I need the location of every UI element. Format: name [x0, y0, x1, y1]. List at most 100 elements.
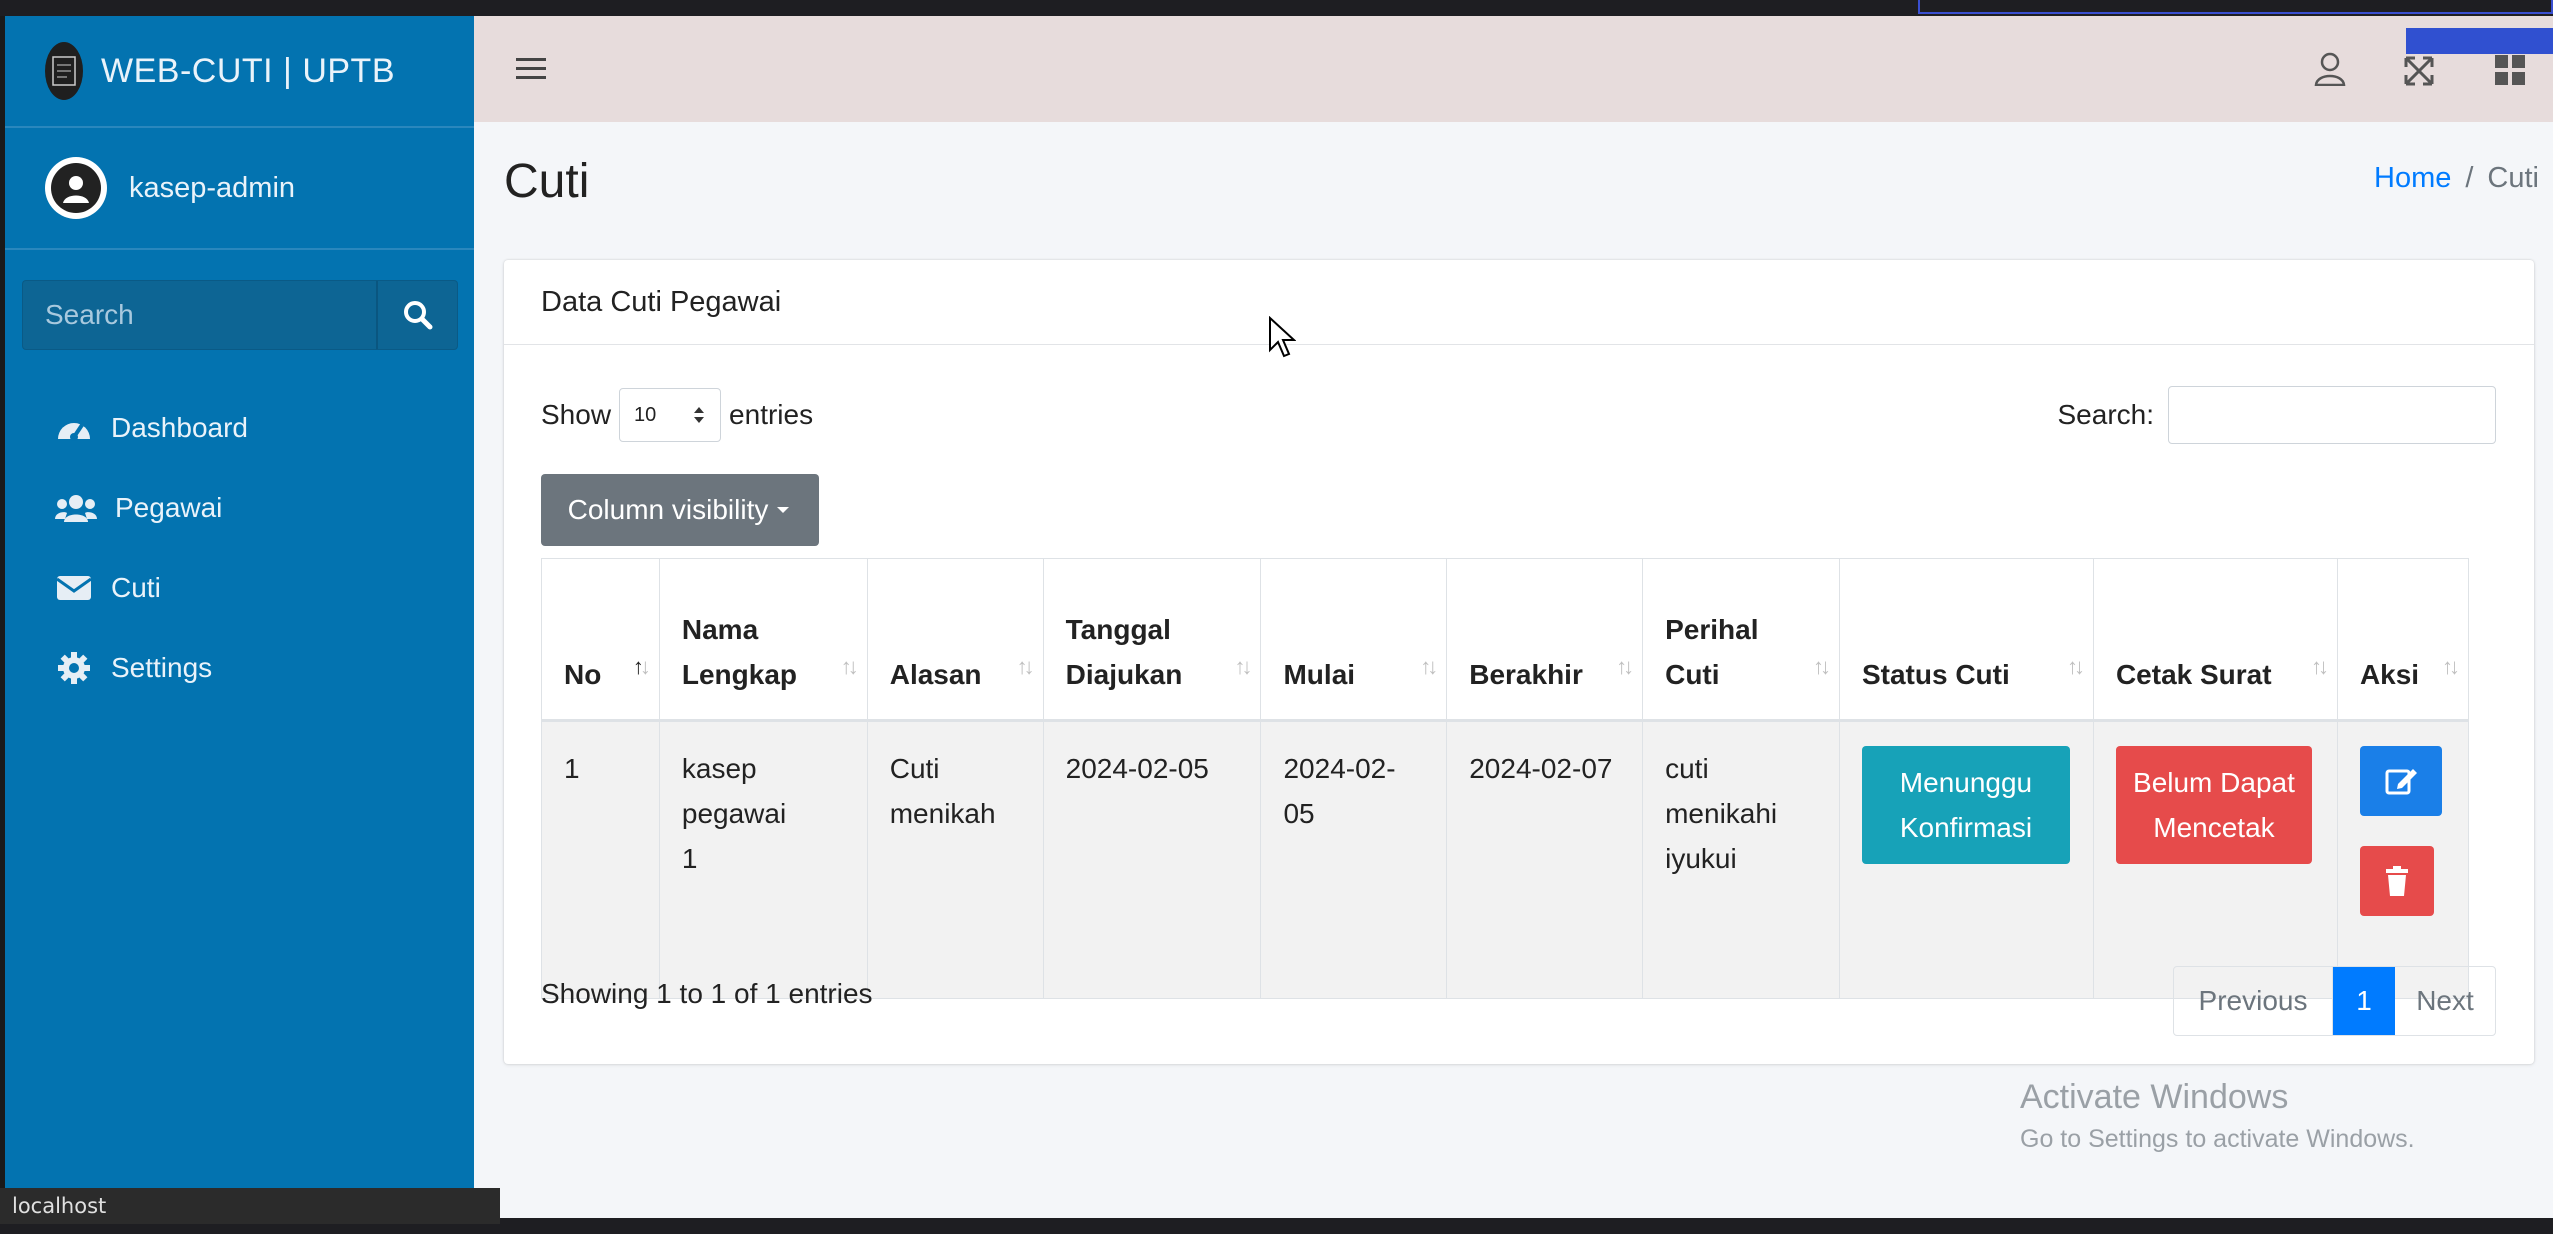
- sidebar-search: Search: [22, 280, 458, 350]
- fullscreen-icon[interactable]: [2404, 56, 2434, 91]
- column-header-berakhir[interactable]: Berakhir ↑↓: [1446, 558, 1644, 721]
- card-title: Data Cuti Pegawai: [504, 260, 2534, 345]
- table-row: 1 kasep pegawai 1 Cuti menikah 2024-02-0…: [541, 720, 2470, 999]
- menu-toggle-icon[interactable]: [516, 56, 546, 87]
- cell-perihal: cuti menikahi iyukui: [1642, 720, 1840, 999]
- sort-icon: ↑↓: [1616, 654, 1634, 679]
- column-header-status[interactable]: Status Cuti ↑↓: [1838, 558, 2094, 721]
- table-search: Search:: [2057, 386, 2496, 444]
- column-header-alasan[interactable]: Alasan ↑↓: [866, 558, 1044, 721]
- trash-icon: [2385, 866, 2408, 896]
- cell-nama: kasep pegawai 1: [658, 720, 868, 999]
- activate-windows-watermark: Activate Windows Go to Settings to activ…: [2020, 1078, 2415, 1154]
- column-header-mulai[interactable]: Mulai ↑↓: [1260, 558, 1448, 721]
- pagination: Previous 1 Next: [2173, 966, 2496, 1036]
- entries-label: entries: [729, 399, 814, 430]
- column-header-nama[interactable]: Nama Lengkap ↑↓: [658, 558, 868, 721]
- page-title: Cuti: [504, 155, 590, 208]
- column-visibility-button[interactable]: Column visibility: [541, 474, 819, 546]
- sidebar-item-pegawai[interactable]: Pegawai: [5, 468, 474, 548]
- breadcrumb-separator: /: [2465, 162, 2474, 194]
- show-label: Show: [541, 399, 612, 430]
- cell-status: Menunggu Konfirmasi: [1838, 720, 2094, 999]
- brand-logo: [45, 42, 83, 100]
- sidebar-item-label: Cuti: [111, 572, 161, 603]
- sort-asc-icon: ↑↓: [632, 654, 651, 679]
- sort-icon: ↑↓: [2066, 654, 2085, 679]
- sidebar-search-input[interactable]: Search: [22, 280, 376, 350]
- column-header-no[interactable]: No ↑↓: [541, 558, 660, 721]
- grid-icon[interactable]: [2494, 54, 2526, 91]
- cell-tanggal: 2024-02-05: [1042, 720, 1262, 999]
- pagination-previous[interactable]: Previous: [2174, 967, 2333, 1035]
- user-icon[interactable]: [2314, 52, 2346, 91]
- sidebar-item-label: Pegawai: [115, 492, 223, 523]
- cell-alasan: Cuti menikah: [866, 720, 1044, 999]
- sidebar-item-label: Dashboard: [111, 412, 248, 443]
- breadcrumb-home-link[interactable]: Home: [2374, 162, 2451, 194]
- page-length-value: 10: [634, 403, 657, 426]
- top-navbar: [474, 16, 2553, 122]
- search-icon: [403, 301, 432, 330]
- sidebar-nav: Dashboard Pegawai Cuti Settings: [5, 388, 474, 708]
- sidebar-item-settings[interactable]: Settings: [5, 628, 474, 708]
- screen-top-edge: [0, 0, 2553, 16]
- column-visibility-label: Column visibility: [567, 494, 769, 525]
- column-header-cetak[interactable]: Cetak Surat ↑↓: [2092, 558, 2338, 721]
- cell-no: 1: [541, 720, 660, 999]
- tachometer-icon: [58, 423, 90, 441]
- select-arrows-icon: [694, 407, 705, 423]
- sidebar-item-cuti[interactable]: Cuti: [5, 548, 474, 628]
- edit-button[interactable]: [2359, 746, 2442, 816]
- cell-aksi: [2336, 720, 2470, 999]
- user-circle-icon: [51, 163, 101, 213]
- cuti-table: No ↑↓ Nama Lengkap ↑↓ Alasan ↑↓ Tanggal Dia…: [541, 558, 2470, 999]
- content-wrapper: Cuti Home / Cuti Data Cuti Pegawai Show 10…: [474, 16, 2553, 1218]
- brand-link[interactable]: WEB-CUTI | UPTB: [5, 16, 474, 128]
- window-edge: [1918, 0, 2553, 14]
- cell-cetak: Belum Dapat Mencetak: [2092, 720, 2338, 999]
- sort-icon: ↑↓: [1420, 654, 1438, 679]
- sidebar-search-button[interactable]: [376, 280, 458, 350]
- column-header-aksi[interactable]: Aksi ↑↓: [2336, 558, 2470, 721]
- sort-icon: ↑↓: [2310, 654, 2329, 679]
- pagination-page-1[interactable]: 1: [2333, 967, 2395, 1035]
- activate-title: Activate Windows: [2020, 1078, 2289, 1116]
- status-badge: Menunggu Konfirmasi: [1861, 746, 2070, 864]
- pagination-next[interactable]: Next: [2395, 967, 2495, 1035]
- sort-icon: ↑↓: [1016, 654, 1035, 679]
- envelope-icon: [56, 576, 92, 600]
- table-search-input[interactable]: [2168, 386, 2496, 444]
- brand-title: WEB-CUTI | UPTB: [101, 51, 395, 90]
- delete-button[interactable]: [2359, 846, 2434, 916]
- breadcrumb-current: Cuti: [2487, 162, 2539, 194]
- sort-icon: ↑↓: [2442, 654, 2460, 679]
- page-length-select[interactable]: 10: [619, 388, 722, 442]
- mouse-cursor-icon: [1268, 315, 1297, 363]
- user-name: kasep-admin: [129, 171, 296, 204]
- column-header-perihal[interactable]: Perihal Cuti ↑↓: [1642, 558, 1840, 721]
- activate-subtitle: Go to Settings to activate Windows.: [2020, 1125, 2415, 1153]
- caret-down-icon: [777, 507, 790, 513]
- table-header-row: No ↑↓ Nama Lengkap ↑↓ Alasan ↑↓ Tanggal Dia…: [541, 558, 2470, 721]
- browser-status-bar: localhost: [0, 1188, 500, 1224]
- column-header-tanggal[interactable]: Tanggal Diajukan ↑↓: [1042, 558, 1262, 721]
- window-overlay: [2406, 28, 2553, 54]
- search-label: Search:: [2057, 399, 2155, 430]
- sidebar-item-label: Settings: [111, 652, 213, 683]
- edit-icon: [2385, 769, 2417, 795]
- sidebar-item-dashboard[interactable]: Dashboard: [5, 388, 474, 468]
- sort-icon: ↑↓: [840, 654, 859, 679]
- page-length-control: Show 10 entries: [541, 388, 813, 442]
- table-info: Showing 1 to 1 of 1 entries: [541, 978, 873, 1009]
- print-status-badge: Belum Dapat Mencetak: [2115, 746, 2312, 864]
- cell-mulai: 2024-02-05: [1260, 720, 1448, 999]
- gear-icon: [58, 652, 90, 684]
- data-card: Data Cuti Pegawai Show 10 entries Search…: [504, 260, 2534, 1064]
- sidebar: WEB-CUTI | UPTB kasep-admin Search Dashb…: [5, 16, 474, 1218]
- sort-icon: ↑↓: [1812, 654, 1831, 679]
- users-icon: [55, 495, 97, 522]
- cell-berakhir: 2024-02-07: [1446, 720, 1644, 999]
- user-panel[interactable]: kasep-admin: [5, 128, 474, 250]
- sort-icon: ↑↓: [1234, 654, 1252, 679]
